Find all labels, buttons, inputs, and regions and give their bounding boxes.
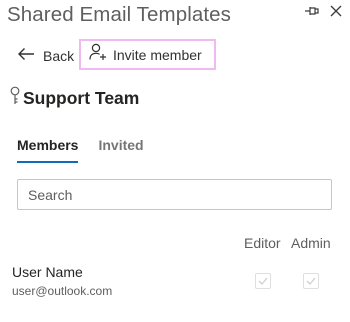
pin-icon[interactable]: [304, 5, 320, 17]
pane-controls: [304, 5, 342, 17]
back-button-label: Back: [43, 48, 75, 64]
member-tabs: Members Invited: [17, 137, 144, 163]
pane-title: Shared Email Templates: [7, 3, 232, 26]
key-icon: [9, 86, 21, 111]
member-name: User Name: [12, 264, 83, 280]
close-icon[interactable]: [330, 5, 342, 17]
column-header-admin: Admin: [291, 235, 331, 251]
search-input[interactable]: [17, 179, 332, 210]
checkmark-icon: [306, 277, 316, 285]
tab-invited[interactable]: Invited: [98, 137, 143, 163]
scrollbar[interactable]: [345, 110, 348, 315]
member-email: user@outlook.com: [12, 284, 113, 298]
team-header: Support Team: [9, 86, 139, 111]
person-add-icon: [89, 43, 107, 66]
invite-member-label: Invite member: [113, 46, 202, 63]
checkmark-icon: [258, 277, 268, 285]
back-button[interactable]: Back: [13, 40, 80, 72]
team-name: Support Team: [23, 88, 140, 108]
column-header-editor: Editor: [244, 235, 281, 251]
arrow-left-icon: [17, 47, 35, 66]
invite-member-button[interactable]: Invite member: [79, 39, 216, 70]
editor-checkbox[interactable]: [255, 273, 271, 289]
tab-members[interactable]: Members: [17, 137, 79, 163]
admin-checkbox[interactable]: [303, 273, 319, 289]
